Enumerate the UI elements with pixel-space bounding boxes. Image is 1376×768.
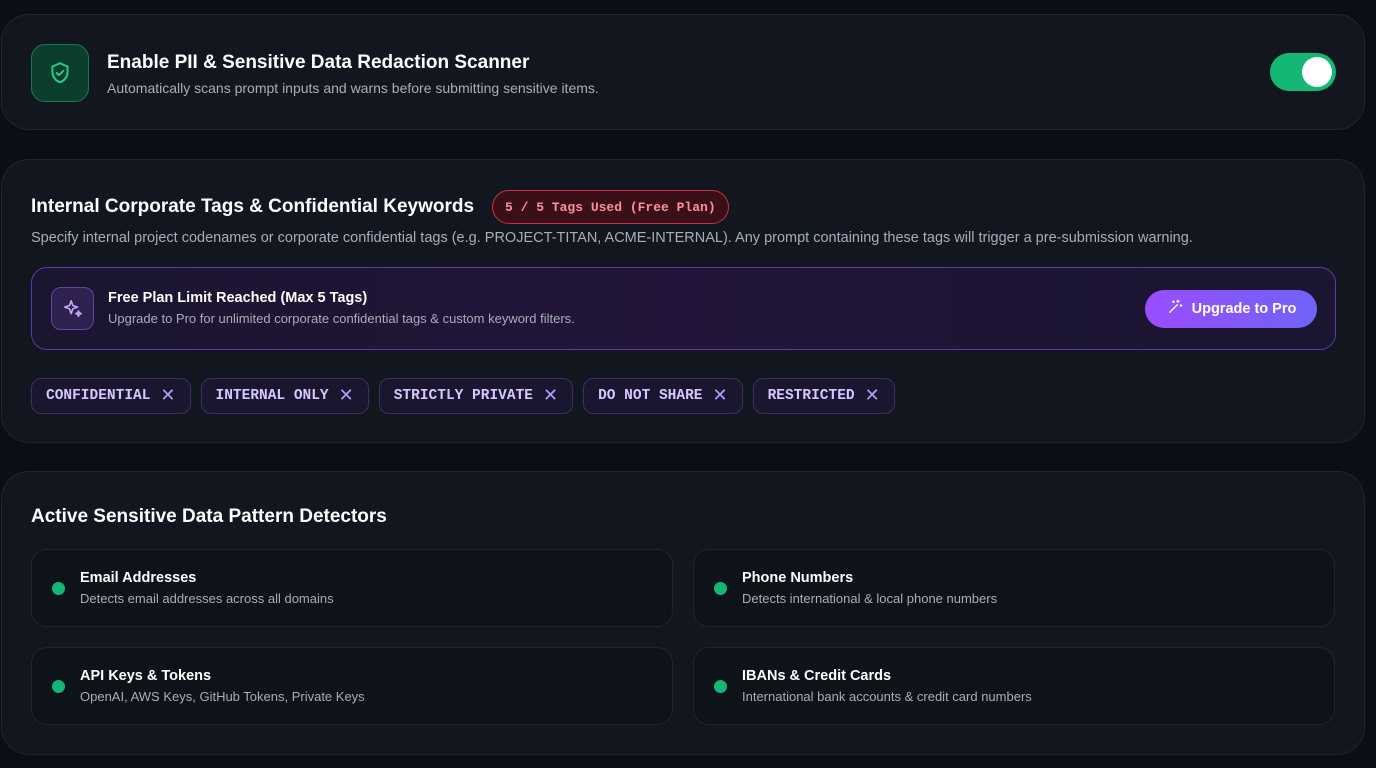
tag-label: RESTRICTED <box>767 388 855 404</box>
pattern-detectors-card: Active Sensitive Data Pattern Detectors … <box>1 471 1365 755</box>
status-dot-icon <box>714 582 727 595</box>
upgrade-promo-banner: Free Plan Limit Reached (Max 5 Tags) Upg… <box>31 267 1336 350</box>
toggle-knob <box>1302 57 1332 87</box>
remove-tag-icon[interactable]: ✕ <box>865 387 880 405</box>
detectors-section-title: Active Sensitive Data Pattern Detectors <box>31 506 387 527</box>
status-dot-icon <box>52 582 65 595</box>
tag-chip: RESTRICTED ✕ <box>752 378 895 414</box>
detector-title: Email Addresses <box>80 570 197 586</box>
detector-subtitle: International bank accounts & credit car… <box>742 689 1032 704</box>
remove-tag-icon[interactable]: ✕ <box>339 387 354 405</box>
remove-tag-icon[interactable]: ✕ <box>712 387 727 405</box>
remove-tag-icon[interactable]: ✕ <box>543 387 558 405</box>
tags-section-description: Specify internal project codenames or co… <box>31 230 1193 246</box>
tag-list: CONFIDENTIAL ✕ INTERNAL ONLY ✕ STRICTLY … <box>31 378 895 414</box>
detector-iban-cards[interactable]: IBANs & Credit Cards International bank … <box>693 647 1335 725</box>
detector-subtitle: Detects international & local phone numb… <box>742 591 998 606</box>
tag-chip: INTERNAL ONLY ✕ <box>200 378 369 414</box>
status-dot-icon <box>52 680 65 693</box>
scanner-enable-toggle[interactable] <box>1270 53 1336 91</box>
status-dot-icon <box>714 680 727 693</box>
promo-subtitle: Upgrade to Pro for unlimited corporate c… <box>108 311 575 326</box>
detector-api-keys[interactable]: API Keys & Tokens OpenAI, AWS Keys, GitH… <box>31 647 673 725</box>
detector-phone[interactable]: Phone Numbers Detects international & lo… <box>693 549 1335 627</box>
detector-title: Phone Numbers <box>742 570 854 586</box>
shield-check-icon <box>31 44 89 102</box>
detector-title: API Keys & Tokens <box>80 668 212 684</box>
tag-usage-badge: 5 / 5 Tags Used (Free Plan) <box>492 190 729 224</box>
detector-email[interactable]: Email Addresses Detects email addresses … <box>31 549 673 627</box>
magic-wand-icon <box>1166 298 1184 320</box>
corporate-tags-card: Internal Corporate Tags & Confidential K… <box>1 159 1365 443</box>
scanner-title: Enable PII & Sensitive Data Redaction Sc… <box>107 52 530 73</box>
tag-chip: STRICTLY PRIVATE ✕ <box>378 378 574 414</box>
tag-chip: CONFIDENTIAL ✕ <box>31 378 191 414</box>
upgrade-to-pro-button[interactable]: Upgrade to Pro <box>1145 290 1317 328</box>
remove-tag-icon[interactable]: ✕ <box>160 387 175 405</box>
tag-label: INTERNAL ONLY <box>215 388 329 404</box>
upgrade-button-label: Upgrade to Pro <box>1191 301 1297 317</box>
tag-chip: DO NOT SHARE ✕ <box>583 378 743 414</box>
tag-label: CONFIDENTIAL <box>46 388 151 404</box>
sparkles-icon <box>51 287 94 330</box>
detector-subtitle: OpenAI, AWS Keys, GitHub Tokens, Private… <box>80 689 365 704</box>
scanner-toggle-card: Enable PII & Sensitive Data Redaction Sc… <box>1 14 1365 130</box>
promo-title: Free Plan Limit Reached (Max 5 Tags) <box>108 290 368 306</box>
detector-subtitle: Detects email addresses across all domai… <box>80 591 334 606</box>
detector-title: IBANs & Credit Cards <box>742 668 892 684</box>
scanner-subtitle: Automatically scans prompt inputs and wa… <box>107 80 599 96</box>
tag-label: STRICTLY PRIVATE <box>393 388 533 404</box>
tags-section-title: Internal Corporate Tags & Confidential K… <box>31 196 475 217</box>
tag-label: DO NOT SHARE <box>598 388 703 404</box>
